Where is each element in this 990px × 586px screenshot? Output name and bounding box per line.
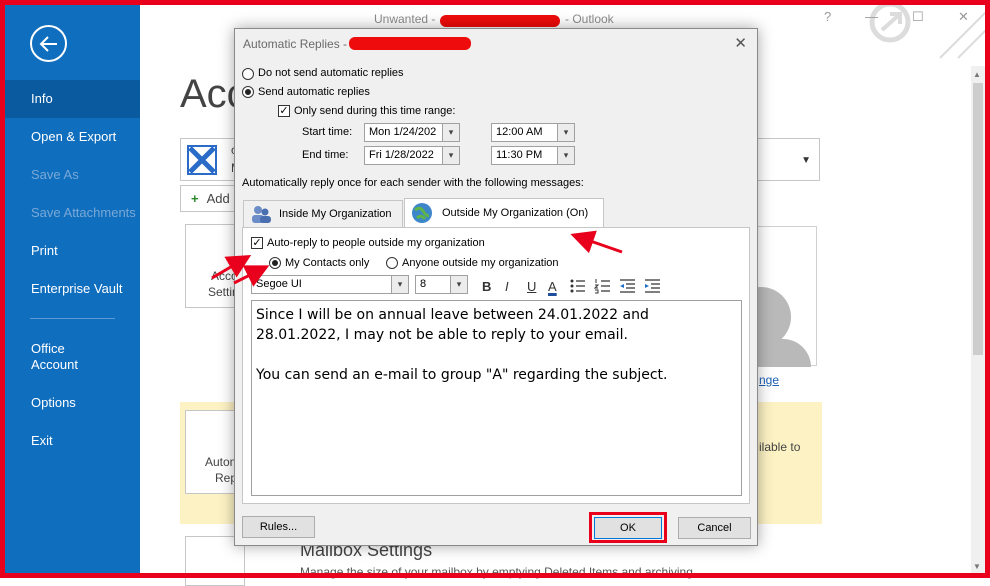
sidebar-item-open-export[interactable]: Open & Export: [0, 129, 140, 145]
auto-reply-outside-checkbox[interactable]: ✓: [251, 237, 263, 249]
list-indent-toolbar: [570, 279, 660, 294]
globe-icon: [412, 203, 432, 223]
exchange-icon: [187, 145, 217, 175]
redacted-title: [440, 15, 560, 27]
radio-send[interactable]: [242, 86, 254, 98]
sidebar-divider: [30, 318, 115, 319]
font-color-button[interactable]: A: [548, 279, 557, 294]
dialog-title: Automatic Replies -: [243, 37, 348, 51]
auto-reply-outside-label: Auto-reply to people outside my organiza…: [267, 237, 485, 249]
people-icon: [252, 206, 271, 223]
end-time-label: End time:: [302, 149, 349, 161]
scroll-thumb[interactable]: [973, 83, 983, 355]
backstage-sidebar: Info Open & Export Save As Save Attachme…: [0, 0, 140, 578]
tab-inside-organization[interactable]: Inside My Organization: [243, 200, 403, 227]
sidebar-item-info[interactable]: Info: [0, 80, 140, 118]
tab-outside-organization[interactable]: Outside My Organization (On): [404, 198, 604, 227]
start-time-picker[interactable]: 12:00 AM ▾: [491, 123, 575, 142]
scroll-up-icon[interactable]: ▲: [973, 70, 981, 79]
message-paragraph-2: You can send an e-mail to group "A" rega…: [256, 367, 668, 383]
anyone-outside-label: Anyone outside my organization: [402, 257, 559, 269]
window-title-right: - Outlook: [565, 12, 614, 26]
reply-once-label: Automatically reply once for each sender…: [242, 177, 584, 189]
back-arrow-icon[interactable]: [30, 25, 67, 62]
chevron-down-icon[interactable]: ▾: [391, 276, 408, 293]
sidebar-item-save-attachments[interactable]: Save Attachments: [0, 205, 140, 221]
bullet-list-icon[interactable]: [570, 279, 586, 293]
change-photo-link[interactable]: nge: [759, 373, 779, 387]
add-account-label: Add: [206, 191, 230, 206]
window-title-left: Unwanted -: [374, 12, 436, 26]
ok-button[interactable]: OK: [594, 517, 662, 539]
auto-reply-message-editor[interactable]: Since I will be on annual leave between …: [251, 300, 742, 496]
start-time-value: 12:00 AM: [496, 126, 543, 138]
plus-icon: +: [191, 191, 199, 206]
my-contacts-label: My Contacts only: [285, 257, 370, 269]
radio-anyone-outside[interactable]: [386, 257, 398, 269]
bold-button[interactable]: B: [482, 279, 491, 294]
no-send-label: Do not send automatic replies: [258, 67, 404, 79]
rules-button[interactable]: Rules...: [242, 516, 315, 538]
title-decoration: [869, 1, 990, 59]
sidebar-item-options[interactable]: Options: [0, 395, 140, 411]
end-date-value: Fri 1/28/2022: [369, 149, 434, 161]
sidebar-item-enterprise-vault[interactable]: Enterprise Vault: [0, 281, 140, 297]
italic-button[interactable]: I: [505, 279, 509, 294]
sidebar-item-print[interactable]: Print: [0, 243, 140, 259]
end-time-picker[interactable]: 11:30 PM ▾: [491, 146, 575, 165]
font-size-select[interactable]: 8 ▾: [415, 275, 468, 294]
cancel-button[interactable]: Cancel: [678, 517, 751, 539]
chevron-down-icon[interactable]: ▾: [442, 124, 459, 141]
chevron-down-icon[interactable]: ▾: [442, 147, 459, 164]
minimize-button[interactable]: —: [865, 9, 878, 24]
available-text: ilable to: [759, 440, 801, 454]
help-button[interactable]: ?: [824, 9, 831, 24]
message-paragraph-1: Since I will be on annual leave between …: [256, 307, 649, 343]
chevron-down-icon[interactable]: ▾: [557, 124, 574, 141]
radio-my-contacts[interactable]: [269, 257, 281, 269]
sidebar-item-save-as[interactable]: Save As: [0, 167, 140, 183]
tab-outside-label: Outside My Organization (On): [442, 207, 589, 219]
start-time-label: Start time:: [302, 126, 353, 138]
sidebar-item-exit[interactable]: Exit: [0, 433, 140, 449]
start-date-picker[interactable]: Mon 1/24/202 ▾: [364, 123, 460, 142]
numbered-list-icon[interactable]: [593, 279, 610, 294]
increase-indent-icon[interactable]: [645, 279, 660, 293]
decrease-indent-icon[interactable]: [620, 279, 635, 293]
maximize-button[interactable]: ☐: [912, 9, 924, 25]
end-time-value: 11:30 PM: [496, 149, 543, 161]
automatic-replies-dialog: Automatic Replies - ✕ Do not send automa…: [234, 28, 758, 546]
send-label: Send automatic replies: [258, 86, 370, 98]
redacted-account: [349, 37, 471, 50]
chevron-down-icon[interactable]: ▾: [450, 276, 467, 293]
radio-no-send[interactable]: [242, 68, 254, 80]
scroll-down-icon[interactable]: ▼: [973, 562, 981, 571]
time-range-label: Only send during this time range:: [294, 105, 456, 117]
chevron-down-icon: ▼: [801, 155, 811, 166]
start-date-value: Mon 1/24/202: [369, 126, 437, 138]
mailbox-settings-subtitle: Manage the size of your mailbox by empty…: [300, 565, 697, 579]
tab-inside-label: Inside My Organization: [279, 208, 392, 220]
underline-button[interactable]: U: [527, 279, 536, 294]
sidebar-item-office-account[interactable]: Office Account: [0, 341, 100, 373]
font-size-value: 8: [420, 278, 427, 290]
chevron-down-icon[interactable]: ▾: [557, 147, 574, 164]
end-date-picker[interactable]: Fri 1/28/2022 ▾: [364, 146, 460, 165]
font-name-select[interactable]: Segoe UI ▾: [251, 275, 409, 294]
time-range-checkbox[interactable]: ✓: [278, 105, 290, 117]
close-icon[interactable]: ✕: [734, 34, 747, 52]
close-window-button[interactable]: ✕: [958, 9, 969, 25]
font-name-value: Segoe UI: [256, 278, 302, 290]
